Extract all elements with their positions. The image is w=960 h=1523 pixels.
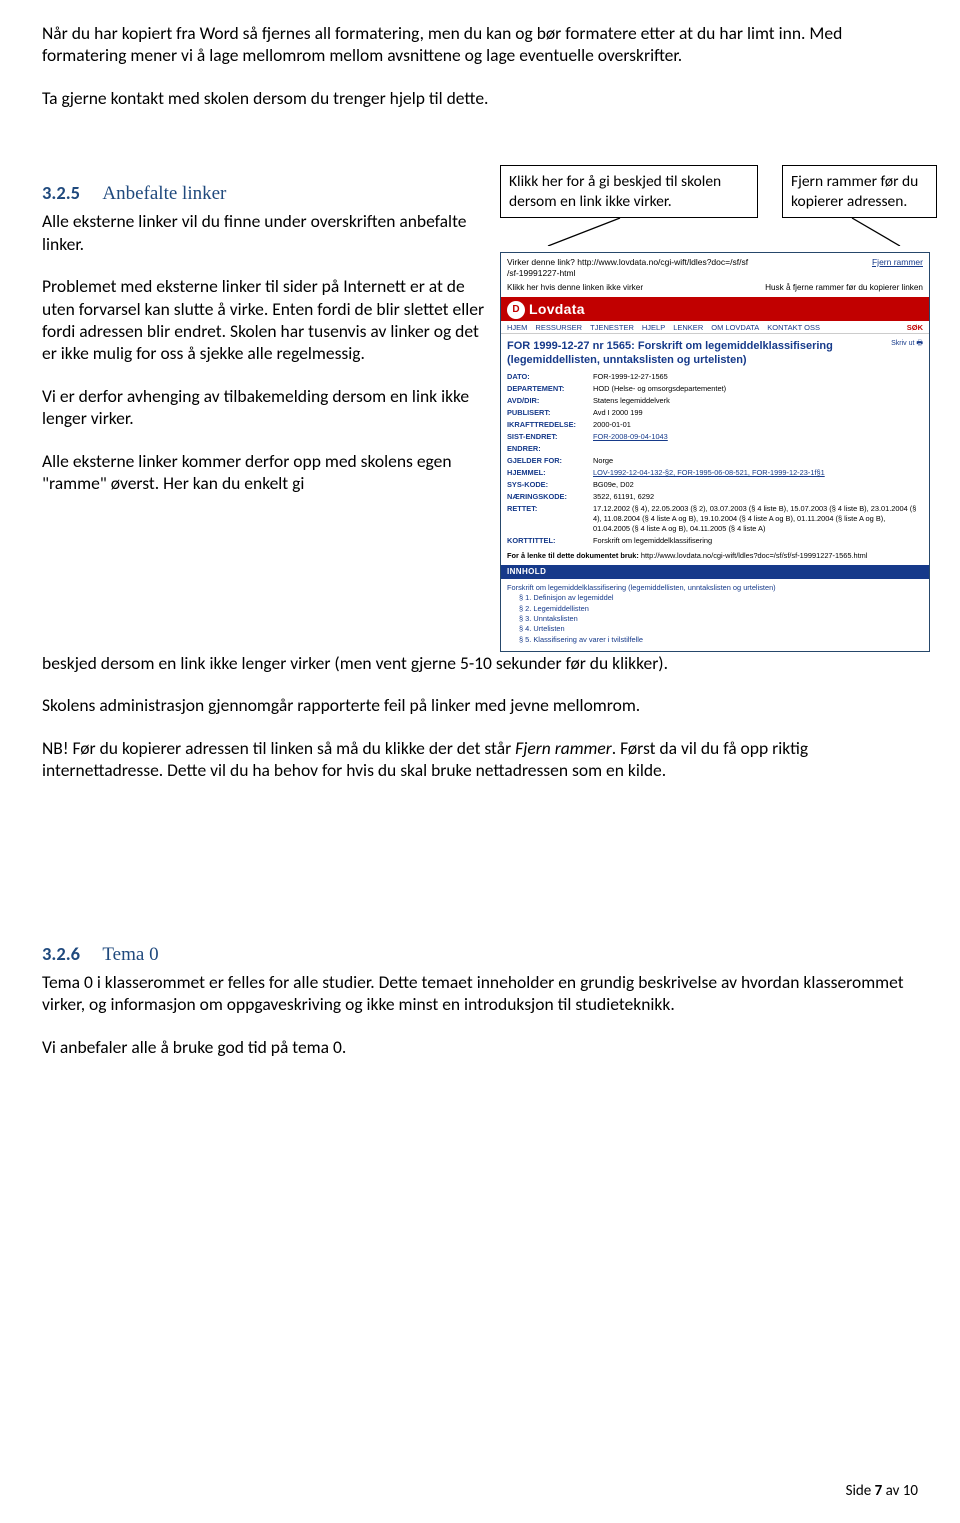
intro-paragraph-1: Når du har kopiert fra Word så fjernes a… xyxy=(42,22,918,67)
nav-item[interactable]: LENKER xyxy=(673,323,703,333)
lovdata-logo-icon: D xyxy=(507,301,525,319)
nav-item[interactable]: RESSURSER xyxy=(535,323,582,333)
callout-leaders xyxy=(500,218,937,246)
lovdata-logo-text: Lovdata xyxy=(529,301,585,319)
frame-copy-hint: Husk å fjerne rammer før du kopierer lin… xyxy=(765,283,923,294)
sec325-p6: NB! Før du kopierer adressen til linken … xyxy=(42,737,918,782)
heading-3-2-5: 3.2.5 Anbefalte linker xyxy=(42,181,492,206)
sec325-p2: Problemet med eksterne linker til sider … xyxy=(42,275,492,365)
sec325-p1: Alle eksterne linker vil du finne under … xyxy=(42,210,492,255)
page-footer: Side 7 av 10 xyxy=(846,1482,918,1501)
nav-search[interactable]: SØK xyxy=(907,323,923,333)
nav-item[interactable]: HJELP xyxy=(642,323,665,333)
frame-url-line: Virker denne link? http://www.lovdata.no… xyxy=(507,257,748,280)
nav-item[interactable]: TJENESTER xyxy=(590,323,634,333)
frame-report-link[interactable]: Klikk her hvis denne linken ikke virker xyxy=(507,283,643,294)
nav-item[interactable]: KONTAKT OSS xyxy=(767,323,820,333)
left-column: 3.2.5 Anbefalte linker Alle eksterne lin… xyxy=(42,165,492,494)
frame-remove-link[interactable]: Fjern rammer xyxy=(872,257,923,280)
lovdata-innhold-bar: INNHOLD xyxy=(501,565,929,579)
sec325-p3: Vi er derfor avhenging av tilbakemelding… xyxy=(42,385,492,430)
document-page: Når du har kopiert fra Word så fjernes a… xyxy=(0,0,960,1523)
heading-3-2-6: 3.2.6 Tema 0 xyxy=(42,942,918,967)
intro-paragraph-2: Ta gjerne kontakt med skolen dersom du t… xyxy=(42,87,918,109)
lovdata-print-link[interactable]: Skriv ut 🖶 xyxy=(891,340,923,349)
sec326-p2: Vi anbefaler alle å bruke god tid på tem… xyxy=(42,1036,918,1058)
lovdata-metadata-table: DATO:FOR-1999-12-27-1565 DEPARTEMENT:HOD… xyxy=(507,371,923,547)
nav-item[interactable]: HJEM xyxy=(507,323,527,333)
sec325-p5: Skolens administrasjon gjennomgår rappor… xyxy=(42,694,918,716)
nav-item[interactable]: OM LOVDATA xyxy=(711,323,759,333)
lovdata-document-title: FOR 1999-12-27 nr 1565: Forskrift om leg… xyxy=(507,340,891,368)
callout-remove-frame: Fjern rammer før du kopierer adressen. xyxy=(782,165,937,218)
sec325-p4b: beskjed dersom en link ikke lenger virke… xyxy=(42,652,918,674)
sec326-p1: Tema 0 i klasserommet er felles for alle… xyxy=(42,971,918,1016)
heading-number: 3.2.5 xyxy=(42,181,80,204)
lovdata-nav: HJEM RESSURSER TJENESTER HJELP LENKER OM… xyxy=(501,321,929,334)
callout-report-link: Klikk her for å gi beskjed til skolen de… xyxy=(500,165,758,218)
lovdata-logo-bar: D Lovdata xyxy=(501,299,929,321)
embedded-frame-screenshot: Virker denne link? http://www.lovdata.no… xyxy=(500,252,930,652)
right-column: Klikk her for å gi beskjed til skolen de… xyxy=(492,165,937,652)
lovdata-reference-line: For å lenke til dette dokumentet bruk: h… xyxy=(501,547,929,564)
callout-leader-2 xyxy=(782,218,937,246)
heading-number: 3.2.6 xyxy=(42,942,80,965)
heading-title: Tema 0 xyxy=(102,944,158,965)
section-3-2-6: 3.2.6 Tema 0 Tema 0 i klasserommet er fe… xyxy=(42,942,918,1058)
heading-title: Anbefalte linker xyxy=(102,183,226,204)
sec325-p4a: Alle eksterne linker kommer derfor opp m… xyxy=(42,450,492,495)
lovdata-toc: Forskrift om legemiddelklassifisering (l… xyxy=(501,579,929,651)
callout-leader-1 xyxy=(500,218,758,246)
